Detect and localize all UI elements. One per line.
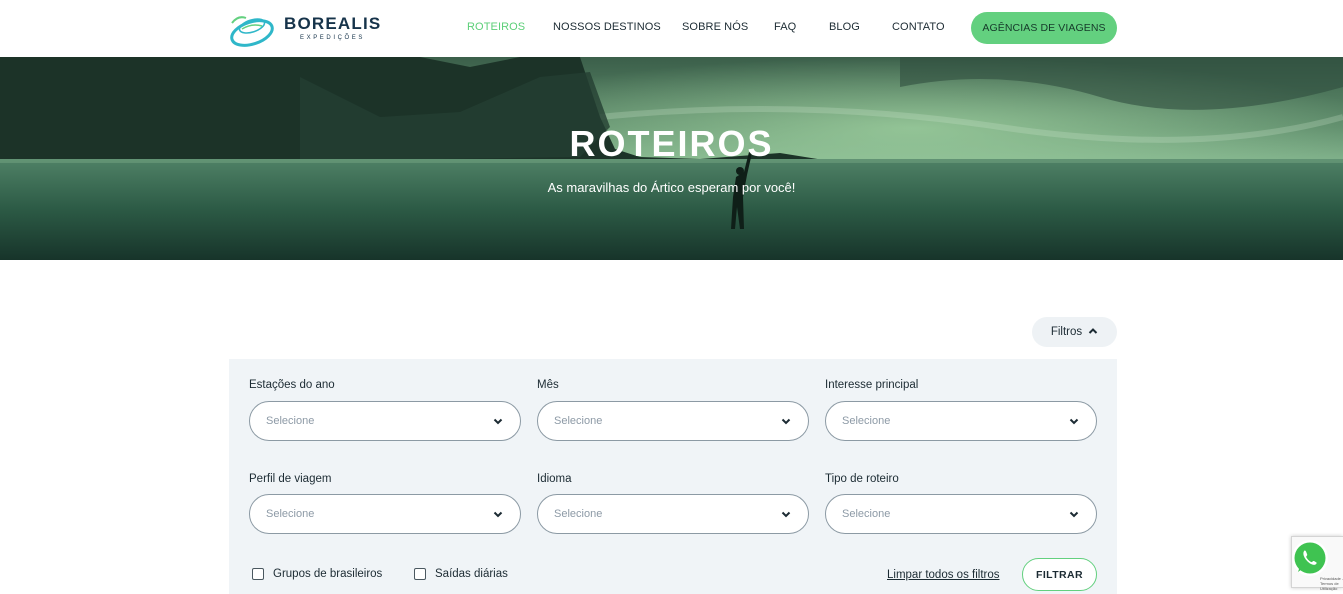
- mes-select[interactable]: Selecione: [537, 401, 809, 441]
- filter-submit-button[interactable]: FILTRAR: [1022, 558, 1097, 591]
- nav-contato[interactable]: CONTATO: [892, 21, 945, 33]
- chevron-up-icon: [1088, 328, 1098, 334]
- filters-toggle-button[interactable]: Filtros: [1032, 317, 1117, 347]
- field-label-estacoes: Estações do ano: [249, 379, 335, 391]
- field-label-interesse: Interesse principal: [825, 379, 919, 391]
- nav-roteiros[interactable]: ROTEIROS: [467, 21, 525, 33]
- page-subtitle: As maravilhas do Ártico esperam por você…: [547, 180, 796, 195]
- nav-sobre-nos[interactable]: SOBRE NÓS: [682, 21, 748, 33]
- chevron-down-icon: [493, 511, 503, 518]
- filters-toggle-label: Filtros: [1050, 326, 1083, 338]
- page-title: ROTEIROS: [569, 123, 774, 164]
- nav-nossos-destinos[interactable]: NOSSOS DESTINOS: [553, 21, 661, 33]
- saidas-diarias-checkbox[interactable]: Saídas diárias: [414, 568, 508, 580]
- select-placeholder: Selecione: [554, 508, 603, 520]
- brand-name: BOREALIS: [284, 14, 382, 33]
- brand-subtitle: EXPEDIÇÕES: [300, 35, 366, 41]
- hero-banner: ROTEIROS As maravilhas do Ártico esperam…: [0, 57, 1343, 260]
- site-header: BOREALIS EXPEDIÇÕES ROTEIROS NOSSOS DEST…: [0, 0, 1343, 57]
- estacoes-select[interactable]: Selecione: [249, 401, 521, 441]
- field-label-idioma: Idioma: [537, 473, 572, 485]
- whatsapp-icon[interactable]: [1288, 536, 1332, 580]
- field-label-perfil: Perfil de viagem: [249, 473, 332, 485]
- select-placeholder: Selecione: [842, 508, 891, 520]
- select-placeholder: Selecione: [842, 415, 891, 427]
- tipo-select[interactable]: Selecione: [825, 494, 1097, 534]
- borealis-logo-icon: [230, 16, 274, 47]
- idioma-select[interactable]: Selecione: [537, 494, 809, 534]
- checkbox-label: Grupos de brasileiros: [273, 568, 383, 580]
- brand-logo[interactable]: BOREALIS EXPEDIÇÕES: [228, 9, 381, 47]
- select-placeholder: Selecione: [266, 415, 315, 427]
- chevron-down-icon: [1069, 511, 1079, 518]
- interesse-select[interactable]: Selecione: [825, 401, 1097, 441]
- filters-panel: [229, 359, 1117, 594]
- nav-faq[interactable]: FAQ: [774, 21, 796, 33]
- perfil-select[interactable]: Selecione: [249, 494, 521, 534]
- checkbox-label: Saídas diárias: [435, 568, 508, 580]
- nav-blog[interactable]: BLOG: [829, 21, 860, 33]
- clear-filters-link[interactable]: Limpar todos os filtros: [887, 569, 1000, 581]
- select-placeholder: Selecione: [554, 415, 603, 427]
- chevron-down-icon: [1069, 418, 1079, 425]
- chevron-down-icon: [493, 418, 503, 425]
- chevron-down-icon: [781, 418, 791, 425]
- checkbox-box[interactable]: [414, 568, 426, 580]
- grupos-brasileiros-checkbox[interactable]: Grupos de brasileiros: [252, 568, 382, 580]
- agencias-de-viagens-button[interactable]: AGÊNCIAS DE VIAGENS: [971, 12, 1117, 44]
- checkbox-box[interactable]: [252, 568, 264, 580]
- field-label-mes: Mês: [537, 379, 559, 391]
- field-label-tipo: Tipo de roteiro: [825, 473, 899, 485]
- chevron-down-icon: [781, 511, 791, 518]
- select-placeholder: Selecione: [266, 508, 315, 520]
